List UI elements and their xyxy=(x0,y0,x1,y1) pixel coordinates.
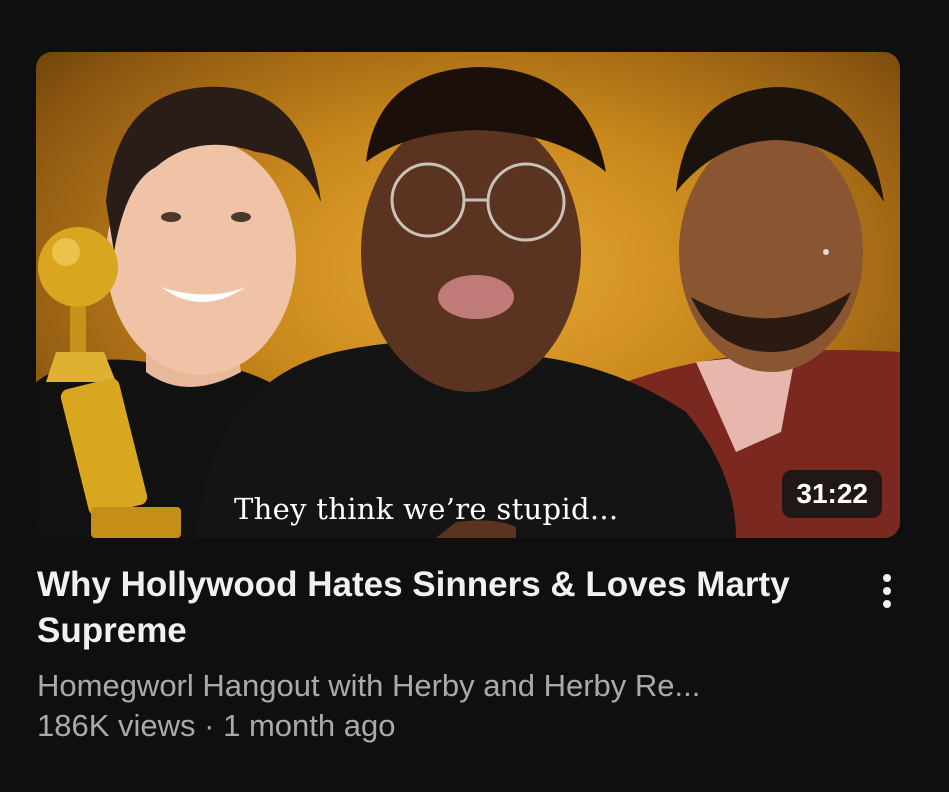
menu-dot xyxy=(883,587,891,595)
meta-separator: · xyxy=(204,708,215,743)
menu-dot xyxy=(883,574,891,582)
menu-dot xyxy=(883,600,891,608)
thumbnail-artwork xyxy=(36,67,900,538)
more-vert-icon[interactable] xyxy=(870,568,904,614)
upload-age: 1 month ago xyxy=(223,708,396,743)
video-title[interactable]: Why Hollywood Hates Sinners & Loves Mart… xyxy=(37,562,837,654)
video-card[interactable]: They think we’re stupid... 31:22 Why Hol… xyxy=(0,0,949,792)
video-thumbnail[interactable]: They think we’re stupid... 31:22 xyxy=(36,52,900,538)
channel-name[interactable]: Homegworl Hangout with Herby and Herby R… xyxy=(37,667,700,705)
video-metadata: 186K views · 1 month ago xyxy=(37,707,395,745)
view-count: 186K views xyxy=(37,708,196,743)
duration-badge: 31:22 xyxy=(782,470,882,518)
thumbnail-caption: They think we’re stupid... xyxy=(234,492,619,526)
